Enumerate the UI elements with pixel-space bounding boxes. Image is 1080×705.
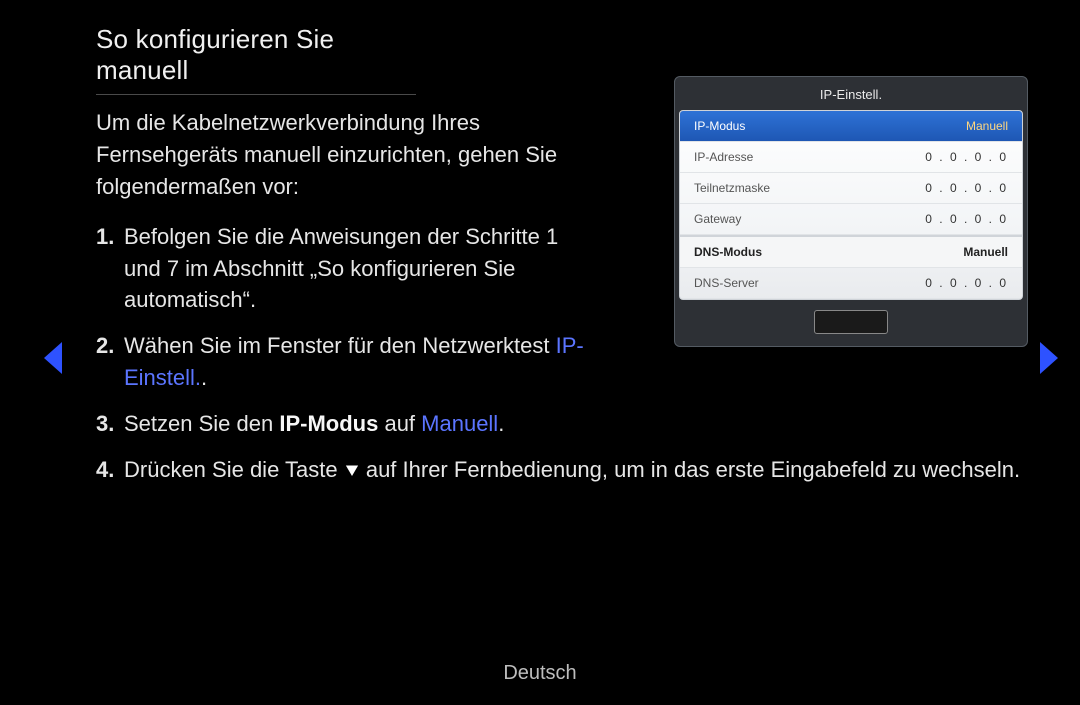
next-page-arrow[interactable]: [1036, 340, 1062, 376]
row-label: Gateway: [694, 212, 741, 226]
manual-keyword: Manuell: [421, 411, 498, 436]
remote-down-icon: [344, 464, 360, 478]
row-value: 0 . 0 . 0 . 0: [925, 212, 1008, 226]
step-body: Befolgen Sie die Anweisungen der Schritt…: [124, 221, 584, 317]
panel-body: IP-Modus Manuell IP-Adresse 0 . 0 . 0 . …: [679, 110, 1023, 300]
ip-settings-panel: IP-Einstell. IP-Modus Manuell IP-Adresse…: [674, 76, 1028, 347]
row-value: 0 . 0 . 0 . 0: [925, 276, 1008, 290]
row-label: IP-Adresse: [694, 150, 753, 164]
step-text: .: [498, 411, 504, 436]
intro-text: Um die Kabelnetzwerkverbindung Ihres Fer…: [96, 107, 576, 203]
panel-frame: IP-Einstell. IP-Modus Manuell IP-Adresse…: [674, 76, 1028, 347]
step-number: 2.: [96, 330, 124, 394]
ip-mode-keyword: IP-Modus: [279, 411, 378, 436]
row-dns-server[interactable]: DNS-Server 0 . 0 . 0 . 0: [680, 268, 1022, 299]
panel-footer: [679, 300, 1023, 334]
row-label: DNS-Modus: [694, 245, 762, 259]
step-number: 3.: [96, 408, 124, 440]
step-text: auf: [378, 411, 421, 436]
step-text: auf Ihrer Fernbedienung, um in das erste…: [360, 457, 1020, 482]
step-body: Setzen Sie den IP-Modus auf Manuell.: [124, 408, 504, 440]
page-heading: So konfigurieren Sie manuell: [96, 24, 416, 95]
row-value: 0 . 0 . 0 . 0: [925, 150, 1008, 164]
row-value: Manuell: [966, 119, 1008, 133]
step-body: Wähen Sie im Fenster für den Netzwerktes…: [124, 330, 584, 394]
row-value: 0 . 0 . 0 . 0: [925, 181, 1008, 195]
row-label: Teilnetzmaske: [694, 181, 770, 195]
step-3: 3. Setzen Sie den IP-Modus auf Manuell.: [96, 408, 1032, 440]
language-footer: Deutsch: [0, 662, 1080, 685]
step-text: Wähen Sie im Fenster für den Netzwerktes…: [124, 333, 556, 358]
row-label: DNS-Server: [694, 276, 759, 290]
row-ip-mode[interactable]: IP-Modus Manuell: [680, 111, 1022, 142]
step-body: Drücken Sie die Taste auf Ihrer Fernbedi…: [124, 454, 1020, 486]
row-label: IP-Modus: [694, 119, 745, 133]
step-4: 4. Drücken Sie die Taste auf Ihrer Fernb…: [96, 454, 1032, 486]
step-number: 1.: [96, 221, 124, 317]
step-number: 4.: [96, 454, 124, 486]
row-subnet-mask[interactable]: Teilnetzmaske 0 . 0 . 0 . 0: [680, 173, 1022, 204]
step-text: Drücken Sie die Taste: [124, 457, 344, 482]
row-gateway[interactable]: Gateway 0 . 0 . 0 . 0: [680, 204, 1022, 235]
row-dns-mode[interactable]: DNS-Modus Manuell: [680, 235, 1022, 268]
prev-page-arrow[interactable]: [40, 340, 66, 376]
ok-button[interactable]: [814, 310, 888, 334]
step-text: Setzen Sie den: [124, 411, 279, 436]
panel-title: IP-Einstell.: [679, 81, 1023, 110]
row-ip-address[interactable]: IP-Adresse 0 . 0 . 0 . 0: [680, 142, 1022, 173]
step-text: .: [201, 365, 207, 390]
row-value: Manuell: [963, 245, 1008, 259]
help-page: So konfigurieren Sie manuell Um die Kabe…: [0, 0, 1080, 705]
